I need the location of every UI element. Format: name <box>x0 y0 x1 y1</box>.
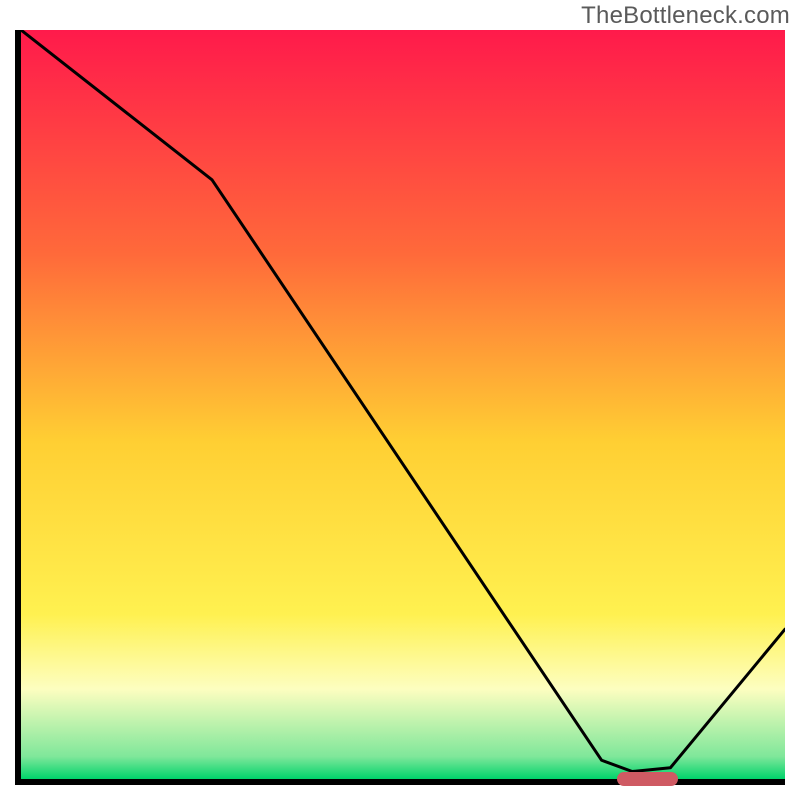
bottleneck-curve <box>21 30 785 779</box>
optimum-range-marker <box>617 772 678 786</box>
plot-area <box>15 30 785 785</box>
chart-container: { "watermark": "TheBottleneck.com", "cha… <box>0 0 800 800</box>
watermark-text: TheBottleneck.com <box>581 2 790 30</box>
